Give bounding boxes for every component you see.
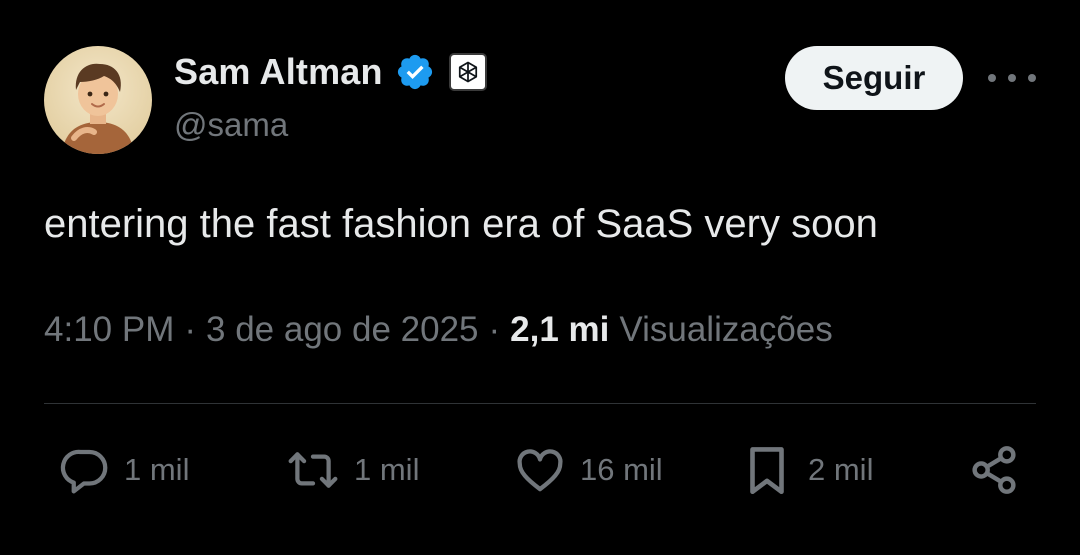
more-dot xyxy=(1028,74,1036,82)
meta-separator: · xyxy=(184,310,197,349)
tweet-text: entering the fast fashion era of SaaS ve… xyxy=(44,202,878,246)
tweet-card: Sam Altman @sama Seguir entering the fas… xyxy=(0,0,1080,555)
more-dot xyxy=(988,74,996,82)
more-dot xyxy=(1008,74,1016,82)
share-icon xyxy=(966,442,1022,498)
views-label[interactable]: Visualizações xyxy=(619,310,832,350)
bookmark-count: 2 mil xyxy=(808,452,874,487)
author-display-name[interactable]: Sam Altman xyxy=(174,51,383,93)
openai-logo-icon[interactable] xyxy=(448,53,487,91)
repost-button[interactable]: 1 mil xyxy=(284,440,419,500)
bookmark-icon xyxy=(738,441,796,499)
share-button[interactable] xyxy=(966,440,1022,500)
heart-icon xyxy=(512,443,568,497)
author-name-row: Sam Altman xyxy=(174,50,487,94)
reply-count: 1 mil xyxy=(124,452,190,487)
reply-button[interactable]: 1 mil xyxy=(58,440,189,500)
avatar[interactable] xyxy=(44,46,152,154)
reply-icon xyxy=(58,443,112,497)
meta-separator: · xyxy=(488,310,501,349)
repost-icon xyxy=(284,443,342,497)
divider xyxy=(44,403,1036,404)
repost-count: 1 mil xyxy=(354,452,420,487)
bookmark-button[interactable]: 2 mil xyxy=(738,440,873,500)
verified-badge-icon[interactable] xyxy=(395,52,435,92)
like-count: 16 mil xyxy=(580,452,663,487)
follow-button[interactable]: Seguir xyxy=(785,46,963,110)
more-options-icon[interactable] xyxy=(988,66,1036,90)
tweet-time[interactable]: 4:10 PM xyxy=(44,310,174,350)
tweet-meta: 4:10 PM · 3 de ago de 2025 · 2,1 mi Visu… xyxy=(44,310,833,350)
views-count[interactable]: 2,1 mi xyxy=(510,310,609,350)
like-button[interactable]: 16 mil xyxy=(512,440,663,500)
tweet-date[interactable]: 3 de ago de 2025 xyxy=(206,310,478,350)
author-handle[interactable]: @sama xyxy=(174,106,288,144)
